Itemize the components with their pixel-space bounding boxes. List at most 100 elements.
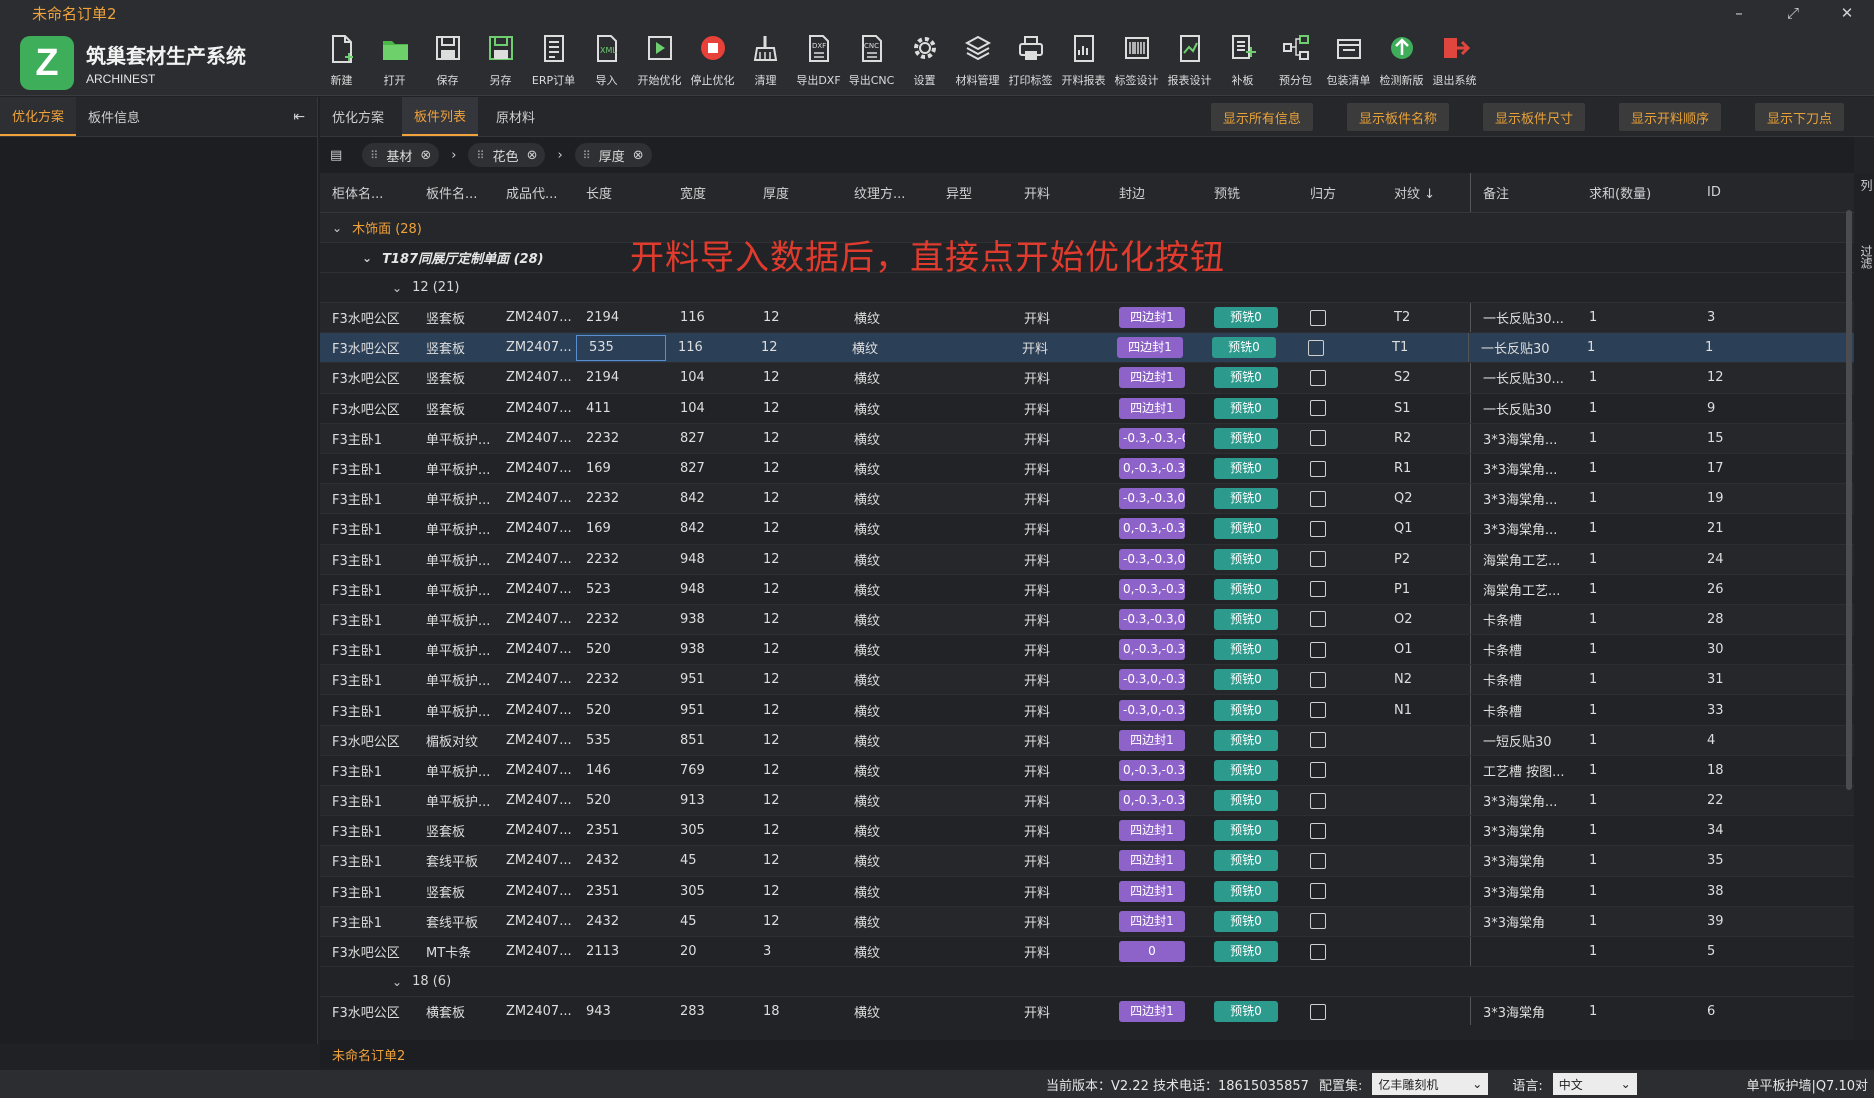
pre-mill-badge[interactable]: 预铣0 — [1214, 790, 1278, 812]
table-row[interactable]: F3主卧1 竖套板 ZM2407... 2351 305 12 横纹 开料 四边封1 预铣0 3*3… — [320, 816, 1854, 847]
edge-band-badge[interactable]: 0,-0.3,-0.3, — [1119, 759, 1185, 781]
edge-band-badge[interactable]: -0.3,-0.3,0, — [1119, 548, 1185, 570]
square-checkbox[interactable] — [1310, 822, 1326, 839]
edge-band-badge[interactable]: 四边封1 — [1119, 910, 1185, 932]
pre-mill-badge[interactable]: 预铣0 — [1214, 518, 1278, 540]
table-row[interactable]: F3主卧1 单平板护... ZM2407... 520 938 12 横纹 开料 0,-0.3,… — [320, 635, 1854, 666]
column-header[interactable]: ID — [1695, 173, 1755, 212]
table-row[interactable]: F3水吧公区 竖套板 ZM2407... 535 116 12 横纹 开料 四边封1 预铣0 T1 一… — [320, 333, 1854, 364]
column-header[interactable]: 板件名... — [414, 173, 494, 212]
table-row[interactable]: F3主卧1 单平板护... ZM2407... 520 951 12 横纹 开料 -0.3,0,… — [320, 695, 1854, 726]
column-header[interactable]: 预铣 — [1202, 173, 1298, 212]
group-panel-icon[interactable]: ▤ — [330, 148, 342, 163]
show-panel-name-button[interactable]: 显示板件名称 — [1346, 103, 1449, 131]
column-header[interactable]: 备注 — [1470, 173, 1577, 212]
table-row[interactable]: F3水吧公区 竖套板 ZM2407... 2194 104 12 横纹 开料 四边封1 预铣0 S2… — [320, 363, 1854, 394]
toolbar-button-chart[interactable]: 报表设计 — [1168, 30, 1212, 92]
pre-mill-badge[interactable]: 预铣0 — [1214, 850, 1278, 872]
remove-chip-icon[interactable]: ⊗ — [633, 148, 644, 163]
show-all-info-button[interactable]: 显示所有信息 — [1210, 103, 1313, 131]
square-checkbox[interactable] — [1310, 762, 1326, 779]
edge-band-badge[interactable]: -0.3,-0.3,0, — [1119, 488, 1185, 510]
pre-mill-badge[interactable]: 预铣0 — [1214, 458, 1278, 480]
chevron-down-icon[interactable]: ⌄ — [392, 281, 402, 295]
show-cut-order-button[interactable]: 显示开料顺序 — [1618, 103, 1721, 131]
toolbar-button-erp[interactable]: ERP订单 — [532, 30, 575, 92]
pre-mill-badge[interactable]: 预铣0 — [1214, 639, 1278, 661]
square-checkbox[interactable] — [1310, 943, 1326, 960]
pre-mill-badge[interactable]: 预铣0 — [1214, 1001, 1278, 1023]
edge-band-badge[interactable]: 四边封1 — [1119, 307, 1185, 329]
table-row[interactable]: F3主卧1 单平板护... ZM2407... 2232 951 12 横纹 开料 -0.3,0… — [320, 665, 1854, 696]
tab-main-optimize[interactable]: 优化方案 — [320, 97, 396, 136]
table-row[interactable]: F3主卧1 单平板护... ZM2407... 169 842 12 横纹 开料 0,-0.3,… — [320, 514, 1854, 545]
pre-mill-badge[interactable]: 预铣0 — [1214, 307, 1278, 329]
filter-chip-material[interactable]: ⠿ 基材 ⊗ — [362, 143, 440, 167]
pre-mill-badge[interactable]: 预铣0 — [1214, 941, 1278, 963]
column-header[interactable]: 柜体名... — [320, 173, 414, 212]
square-checkbox[interactable] — [1310, 490, 1326, 507]
tab-optimize-plan[interactable]: 优化方案 — [0, 97, 77, 136]
filter-chip-color[interactable]: ⠿ 花色 ⊗ — [468, 143, 546, 167]
column-header[interactable]: 长度 — [574, 173, 668, 212]
chevron-down-icon[interactable]: ⌄ — [362, 251, 372, 265]
square-checkbox[interactable] — [1310, 611, 1326, 628]
square-checkbox[interactable] — [1310, 551, 1326, 568]
edge-band-badge[interactable]: -0.3,0,-0.3, — [1119, 699, 1185, 721]
toolbar-button-folder[interactable]: 打开 — [373, 30, 416, 92]
edge-band-badge[interactable]: 四边封1 — [1119, 880, 1185, 902]
table-row[interactable]: F3主卧1 单平板护... ZM2407... 2232 827 12 横纹 开料 -0.3,-… — [320, 423, 1854, 454]
table-row[interactable]: F3主卧1 套线平板 ZM2407... 2432 45 12 横纹 开料 四边封1 预铣0 3*3… — [320, 906, 1854, 937]
table-row[interactable]: F3主卧1 单平板护... ZM2407... 146 769 12 横纹 开料 0,-0.3,… — [320, 755, 1854, 786]
table-row[interactable]: F3主卧1 单平板护... ZM2407... 2232 842 12 横纹 开料 -0.3,-… — [320, 484, 1854, 515]
show-panel-size-button[interactable]: 显示板件尺寸 — [1482, 103, 1585, 131]
show-cut-point-button[interactable]: 显示下刀点 — [1754, 103, 1844, 131]
table-row[interactable]: F3水吧公区 楣板对纹 ZM2407... 535 851 12 横纹 开料 四边封1 预铣0 一短… — [320, 725, 1854, 756]
pre-mill-badge[interactable]: 预铣0 — [1214, 608, 1278, 630]
column-header[interactable]: 纹理方... — [842, 173, 934, 212]
square-checkbox[interactable] — [1310, 430, 1326, 447]
edge-band-badge[interactable]: 0,-0.3,-0.3, — [1119, 518, 1185, 540]
edge-band-badge[interactable]: -0.3,0,-0.3, — [1119, 669, 1185, 691]
toolbar-button-save-as[interactable]: 另存 — [479, 30, 522, 92]
tab-panel-info[interactable]: 板件信息 — [76, 97, 152, 136]
pre-mill-badge[interactable]: 预铣0 — [1214, 699, 1278, 721]
pre-mill-badge[interactable]: 预铣0 — [1214, 578, 1278, 600]
column-header[interactable]: 归方 — [1298, 173, 1382, 212]
column-header[interactable]: 成品代... — [494, 173, 574, 212]
square-checkbox[interactable] — [1310, 732, 1326, 749]
table-row[interactable]: F3主卧1 单平板护... ZM2407... 523 948 12 横纹 开料 0,-0.3,… — [320, 574, 1854, 605]
square-checkbox[interactable] — [1310, 309, 1326, 326]
column-header[interactable]: 对纹 ↓ — [1382, 173, 1470, 212]
column-header[interactable]: 封边 — [1107, 173, 1202, 212]
chevron-down-icon[interactable]: ⌄ — [332, 221, 342, 235]
edge-band-badge[interactable]: 0,-0.3,-0.3, — [1119, 578, 1185, 600]
pre-mill-badge[interactable]: 预铣0 — [1214, 548, 1278, 570]
table-row[interactable]: F3主卧1 单平板护... ZM2407... 169 827 12 横纹 开料 0,-0.3,… — [320, 453, 1854, 485]
toolbar-button-layers[interactable]: 材料管理 — [956, 30, 1000, 92]
edge-band-badge[interactable]: 四边封1 — [1119, 367, 1185, 389]
edge-band-badge[interactable]: 四边封1 — [1119, 729, 1185, 751]
remove-chip-icon[interactable]: ⊗ — [420, 148, 431, 163]
toolbar-button-new-file[interactable]: 新建 — [320, 30, 363, 92]
vertical-scrollbar[interactable] — [1846, 210, 1852, 790]
edge-band-badge[interactable]: 四边封1 — [1119, 820, 1185, 842]
edge-band-badge[interactable]: 0,-0.3,-0.3, — [1119, 639, 1185, 661]
tab-raw-material[interactable]: 原材料 — [484, 97, 547, 136]
pre-mill-badge[interactable]: 预铣0 — [1214, 820, 1278, 842]
chevron-down-icon[interactable]: ⌄ — [392, 975, 402, 989]
toolbar-button-box[interactable]: 包装清单 — [1327, 30, 1371, 92]
table-row[interactable]: F3主卧1 竖套板 ZM2407... 2351 305 12 横纹 开料 四边封1 预铣0 3*3… — [320, 876, 1854, 907]
square-checkbox[interactable] — [1310, 400, 1326, 417]
pre-mill-badge[interactable]: 预铣0 — [1214, 669, 1278, 691]
toolbar-button-patch[interactable]: 补板 — [1221, 30, 1264, 92]
edge-band-badge[interactable]: 四边封1 — [1119, 397, 1185, 419]
toolbar-button-report[interactable]: 开料报表 — [1062, 30, 1106, 92]
edge-band-badge[interactable]: 0,-0.3,-0.3, — [1119, 458, 1185, 480]
square-checkbox[interactable] — [1310, 1003, 1326, 1020]
column-header[interactable]: 开料 — [1012, 173, 1107, 212]
toolbar-button-save[interactable]: 保存 — [426, 30, 469, 92]
toolbar-button-printer[interactable]: 打印标签 — [1009, 30, 1053, 92]
pre-mill-badge[interactable]: 预铣0 — [1214, 759, 1278, 781]
square-checkbox[interactable] — [1310, 520, 1326, 537]
